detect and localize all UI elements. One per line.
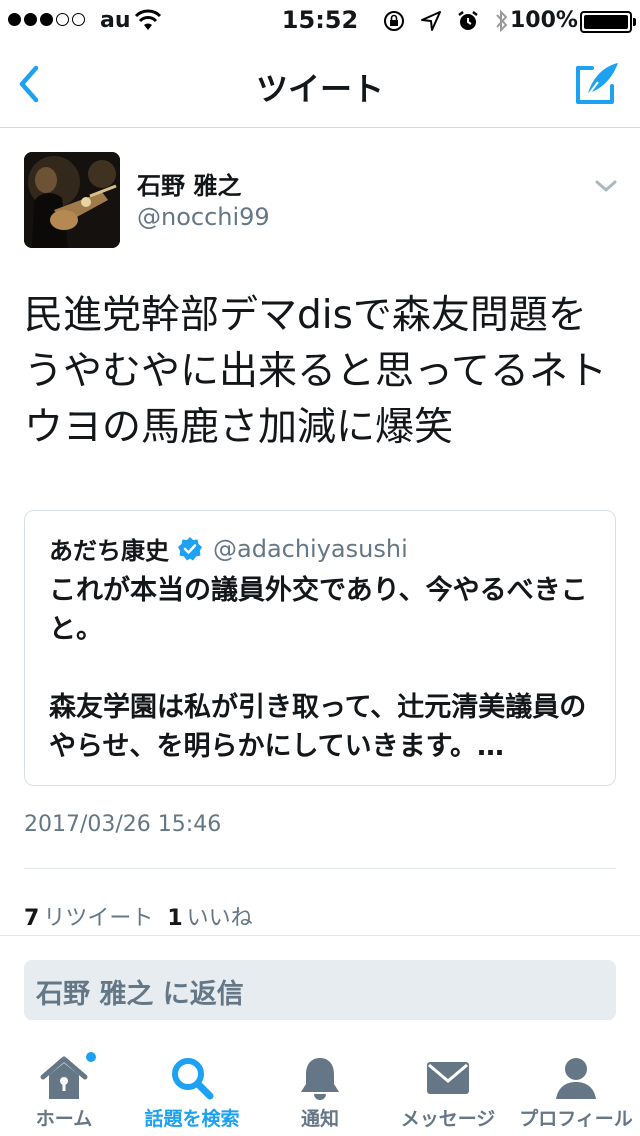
tab-label: プロフィール (519, 1108, 633, 1130)
quoted-author-name: あだち康史 (49, 537, 169, 565)
tab-profile[interactable]: プロフィール (512, 1040, 640, 1136)
likes-label: いいね (186, 906, 253, 931)
tab-label: メッセージ (400, 1108, 496, 1130)
compose-tweet-icon (576, 63, 618, 104)
chevron-down-icon (595, 180, 617, 192)
tab-home[interactable]: ホーム (0, 1040, 128, 1136)
tab-notifications[interactable]: 通知 (256, 1040, 384, 1136)
likes-stat[interactable]: 1 いいね (167, 906, 252, 931)
quoted-tweet-text: これが本当の議員外交であり、今やるべきこと。 森友学園は私が引き取って、辻元清美… (49, 571, 597, 766)
navigation-bar: ツイート (0, 40, 640, 128)
divider (0, 935, 640, 936)
tweet-options-button[interactable] (594, 178, 618, 194)
avatar[interactable] (24, 152, 120, 248)
retweets-stat[interactable]: 7 リツイート (24, 906, 153, 931)
tab-label: ホーム (35, 1108, 93, 1130)
search-icon (169, 1054, 215, 1102)
quoted-paragraph: これが本当の議員外交であり、今やるべきこと。 (49, 575, 588, 645)
bluetooth-icon (494, 8, 510, 38)
tweet-stats: 7 リツイート 1 いいね (24, 900, 253, 932)
page-title: ツイート (255, 70, 384, 108)
tab-messages[interactable]: メッセージ (384, 1040, 512, 1136)
envelope-icon (424, 1054, 472, 1102)
quoted-author-handle: @adachiyasushi (213, 534, 408, 563)
status-bar: au 15:52 100% (0, 0, 640, 40)
tab-search[interactable]: 話題を検索 (128, 1040, 256, 1136)
person-icon (554, 1054, 598, 1102)
retweets-count: 7 (24, 906, 40, 931)
tweet-timestamp: 2017/03/26 15:46 (24, 812, 222, 837)
battery-percentage: 100% (510, 8, 578, 33)
retweets-label: リツイート (43, 906, 154, 931)
tab-label: 通知 (300, 1108, 339, 1130)
avatar-photo-guitarist (24, 152, 120, 248)
home-badge (84, 1050, 98, 1064)
tab-label: 話題を検索 (144, 1108, 240, 1130)
verified-badge-icon (177, 536, 203, 562)
rotation-lock-icon (382, 9, 406, 37)
bell-icon (298, 1054, 342, 1102)
author-name[interactable]: 石野 雅之 (137, 166, 241, 201)
reply-input[interactable]: 石野 雅之 に返信 (24, 960, 616, 1020)
battery-icon (580, 11, 636, 33)
alarm-icon (456, 9, 480, 37)
tweet-text: 民進党幹部デマdisで森友問題をうやむやに出来ると思ってるネトウヨの馬鹿さ加減に… (24, 293, 608, 450)
quoted-tweet-card[interactable]: あだち康史 @adachiyasushi これが本当の議員外交であり、今やるべき… (24, 510, 616, 786)
tab-bar: ホーム 話題を検索 通知 メッセージ プロフィール (0, 1040, 640, 1136)
quoted-paragraph: 森友学園は私が引き取って、辻元清美議員のやらせ、を明らかにしていきます。… (49, 692, 587, 762)
author-handle[interactable]: @nocchi99 (137, 203, 270, 231)
divider (24, 868, 616, 869)
home-icon (39, 1054, 89, 1102)
compose-tweet-button[interactable] (574, 60, 620, 106)
reply-placeholder: 石野 雅之 に返信 (36, 979, 244, 1010)
location-icon (420, 10, 442, 36)
likes-count: 1 (167, 906, 183, 931)
